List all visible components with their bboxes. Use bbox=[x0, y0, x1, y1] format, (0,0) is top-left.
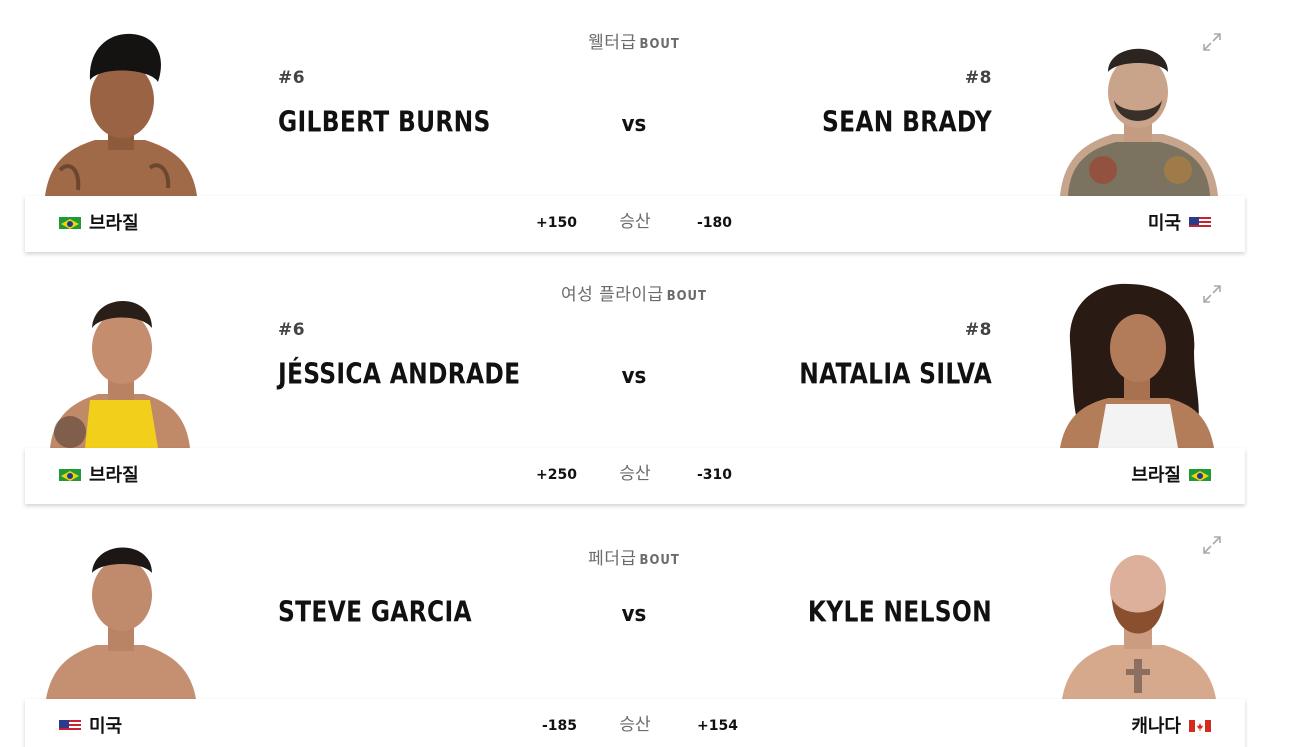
fighter-name-right[interactable]: SEAN BRADY bbox=[700, 107, 992, 139]
country-right: 미국 bbox=[1148, 209, 1211, 235]
fighter-photo-left[interactable] bbox=[40, 282, 200, 448]
vs-label: vs bbox=[621, 602, 647, 627]
bout-card: 여성 플라이급 BOUT #6 #8 JÉSSICA ANDRADE NATALI… bbox=[0, 252, 1311, 504]
winner-odds-label: 승산 bbox=[619, 715, 651, 735]
odds-bar: 미국 -185 승산 +154 캐나다 bbox=[25, 699, 1245, 747]
fighter-name-left[interactable]: GILBERT BURNS bbox=[278, 107, 491, 139]
fighter-name-left[interactable]: JÉSSICA ANDRADE bbox=[278, 359, 520, 391]
odds-right: -180 bbox=[697, 215, 733, 231]
fighter-rank-right: #8 bbox=[964, 320, 992, 340]
fighter-name-left[interactable]: STEVE GARCIA bbox=[278, 597, 472, 629]
brazil-flag-icon bbox=[1189, 467, 1211, 481]
brazil-flag-icon bbox=[59, 215, 81, 229]
country-name: 브라질 bbox=[89, 465, 139, 486]
fighter-photo-right[interactable] bbox=[1058, 30, 1218, 196]
odds-left: +250 bbox=[536, 467, 577, 483]
fighter-rank-left: #6 bbox=[278, 68, 306, 88]
odds-left: +150 bbox=[536, 215, 577, 231]
fighter-photo-left[interactable] bbox=[40, 533, 200, 699]
country-name: 미국 bbox=[89, 716, 123, 737]
country-left: 브라질 bbox=[59, 209, 139, 235]
fighter-name-right[interactable]: KYLE NELSON bbox=[700, 597, 992, 629]
country-name: 브라질 bbox=[89, 213, 139, 234]
odds-bar: 브라질 +250 승산 -310 브라질 bbox=[25, 448, 1245, 504]
bout-card: 웰터급 BOUT #6 #8 GILBERT BURNS SEAN BRADY v… bbox=[0, 0, 1311, 252]
country-left: 미국 bbox=[59, 712, 122, 738]
weight-class-label: 페더급 bbox=[588, 549, 637, 569]
usa-flag-icon bbox=[59, 718, 81, 732]
country-left: 브라질 bbox=[59, 461, 139, 487]
fighter-photo-right[interactable] bbox=[1058, 533, 1218, 699]
country-right: 캐나다 bbox=[1131, 712, 1211, 738]
odds-left: -185 bbox=[541, 718, 577, 734]
odds-right: -310 bbox=[697, 467, 733, 483]
odds-right: +154 bbox=[697, 718, 738, 734]
usa-flag-icon bbox=[1189, 215, 1211, 229]
winner-odds-label: 승산 bbox=[619, 212, 651, 232]
odds-bar: 브라질 +150 승산 -180 미국 bbox=[25, 196, 1245, 252]
weight-class-label: 웰터급 bbox=[588, 33, 637, 53]
vs-label: vs bbox=[621, 112, 647, 137]
fighter-name-right[interactable]: NATALIA SILVA bbox=[700, 359, 992, 391]
vs-label: vs bbox=[621, 364, 647, 389]
country-name: 미국 bbox=[1147, 213, 1181, 234]
bout-label: BOUT bbox=[639, 553, 680, 568]
fighter-photo-right[interactable] bbox=[1058, 282, 1218, 448]
bout-card: 페더급BOUT STEVE GARCIA KYLE NELSON vs 미국 bbox=[0, 503, 1311, 747]
brazil-flag-icon bbox=[59, 467, 81, 481]
weight-class-label: 여성 플라이급 bbox=[560, 285, 664, 305]
fighter-rank-right: #8 bbox=[964, 68, 992, 88]
country-name: 브라질 bbox=[1131, 465, 1181, 486]
fighter-photo-left[interactable] bbox=[40, 30, 200, 196]
winner-odds-label: 승산 bbox=[619, 464, 651, 484]
country-name: 캐나다 bbox=[1131, 716, 1181, 737]
bout-label: BOUT bbox=[639, 37, 680, 52]
canada-flag-icon bbox=[1189, 718, 1211, 732]
bout-label: BOUT bbox=[666, 289, 708, 304]
fighter-rank-left: #6 bbox=[278, 320, 306, 340]
country-right: 브라질 bbox=[1131, 461, 1211, 487]
